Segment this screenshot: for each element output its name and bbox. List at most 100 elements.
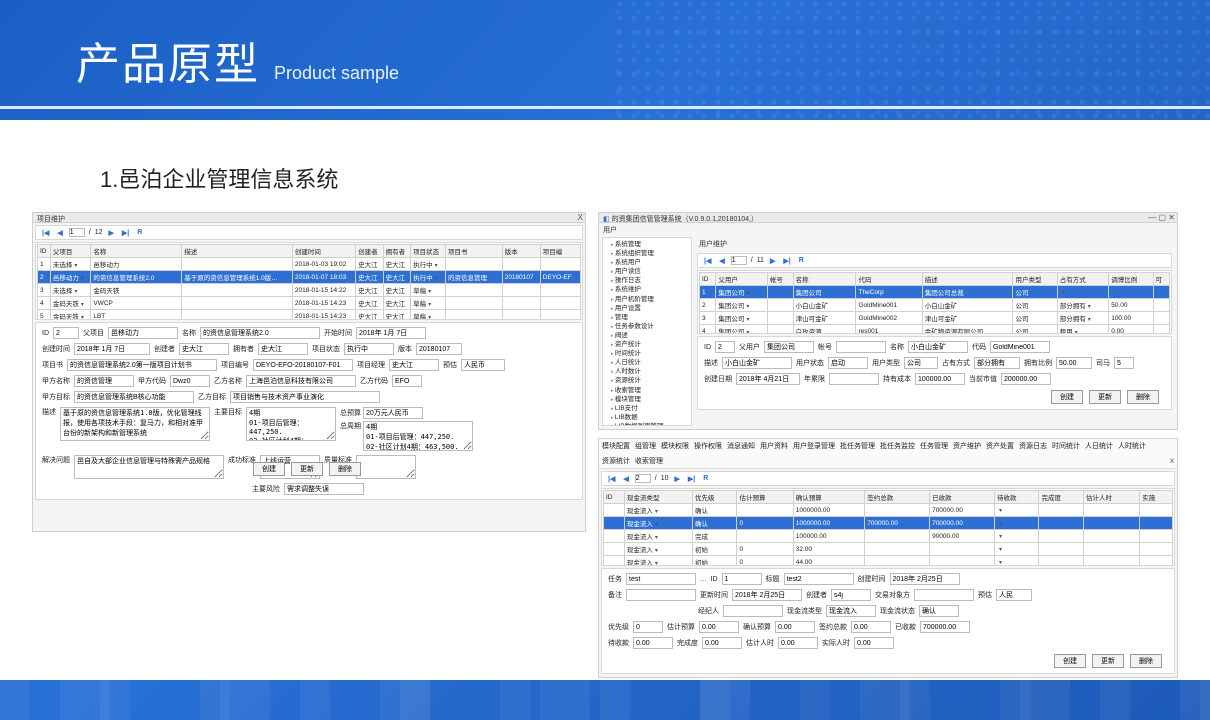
- startdate-field[interactable]: [356, 327, 426, 339]
- refresh-icon[interactable]: R: [135, 229, 144, 236]
- prev-icon[interactable]: ◀: [55, 229, 64, 237]
- menu-item[interactable]: 资源日志: [1019, 441, 1047, 451]
- next-icon[interactable]: ▶: [106, 229, 115, 237]
- utype-field[interactable]: [904, 357, 938, 369]
- last-icon[interactable]: ▶|: [120, 229, 131, 237]
- bname-field[interactable]: [246, 375, 356, 387]
- status-field[interactable]: [344, 343, 394, 355]
- id-field[interactable]: [53, 327, 79, 339]
- parent-select[interactable]: [108, 327, 178, 339]
- tree-item[interactable]: LIB数据: [611, 413, 689, 422]
- next-icon[interactable]: ▶: [768, 257, 777, 265]
- realhr-field[interactable]: [854, 637, 894, 649]
- menu-item[interactable]: 组管理: [635, 441, 656, 451]
- id-field[interactable]: [715, 341, 735, 353]
- create-button[interactable]: 创建: [1051, 390, 1083, 404]
- tree-item[interactable]: 用户设置: [611, 304, 689, 313]
- risk-field[interactable]: [284, 483, 364, 495]
- table-row[interactable]: 现金流入初始032.00: [604, 543, 1173, 556]
- table-row[interactable]: 现金流入完成100000.0090000.00: [604, 530, 1173, 543]
- tree-item[interactable]: 资源统计: [611, 376, 689, 385]
- desc-field[interactable]: [60, 407, 210, 441]
- title-field[interactable]: [784, 573, 854, 585]
- menu-item[interactable]: 时间统计: [1052, 441, 1080, 451]
- desc-field[interactable]: [722, 357, 792, 369]
- contract-field[interactable]: [851, 621, 891, 633]
- prev-icon[interactable]: ◀: [717, 257, 726, 265]
- creator-field[interactable]: [831, 589, 871, 601]
- agoal-field[interactable]: [74, 391, 194, 403]
- tree-item[interactable]: LIB支付: [611, 404, 689, 413]
- menu-item[interactable]: 任务管理: [920, 441, 948, 451]
- menu-item[interactable]: 用户资料: [760, 441, 788, 451]
- yeardate-field[interactable]: [829, 373, 879, 385]
- tree-item[interactable]: 人时数计: [611, 367, 689, 376]
- nav-tree[interactable]: 系统管理系统组织管理系统用户用户读信操作日志系统维护用户机阶管理用户设置管理任务…: [602, 237, 692, 426]
- page-input[interactable]: [69, 228, 85, 237]
- update-button[interactable]: 更新: [1092, 654, 1124, 668]
- createtime-field[interactable]: [74, 343, 150, 355]
- page-input[interactable]: [635, 474, 651, 483]
- close-icon[interactable]: X: [578, 213, 583, 222]
- menu-item[interactable]: 资产维护: [953, 441, 981, 451]
- tree-item[interactable]: 系统管理: [611, 240, 689, 249]
- menu-item[interactable]: 资源统计: [602, 456, 630, 466]
- delete-button[interactable]: 删除: [329, 462, 361, 476]
- tree-item[interactable]: 系统组织管理: [611, 249, 689, 258]
- tree-item[interactable]: 模块管理: [611, 395, 689, 404]
- id-field[interactable]: [722, 573, 762, 585]
- aname-field[interactable]: [74, 375, 134, 387]
- table-row[interactable]: 4集团公司白玫资源res001金矿物资源有限公司公司租用0.00: [700, 325, 1170, 335]
- tree-item[interactable]: 系统用户: [611, 258, 689, 267]
- table-row[interactable]: 4金码天铁VWCP2018-01-15 14:23史大江史大江草稿: [38, 297, 581, 310]
- tree-item[interactable]: 任务参数设计: [611, 322, 689, 331]
- menu-item[interactable]: 模块权限: [661, 441, 689, 451]
- create-button[interactable]: 创建: [1054, 654, 1086, 668]
- tree-item[interactable]: 时间统计: [611, 349, 689, 358]
- tree-item[interactable]: 人日统计: [611, 358, 689, 367]
- code-field[interactable]: [253, 359, 353, 371]
- table-row[interactable]: 2邑移动力的资信息管理系统2.0基于原的资信息管理系统1.0版…2018-01-…: [38, 271, 581, 284]
- acode-field[interactable]: [170, 375, 210, 387]
- table-row[interactable]: 现金流入初始044.00: [604, 556, 1173, 567]
- done-field[interactable]: [702, 637, 742, 649]
- tree-item[interactable]: 操作日志: [611, 276, 689, 285]
- p3-menubar[interactable]: 模块配置组管理模块权限操作权限消息通知用户资料用户登录管理批任务管理批任务监控任…: [599, 439, 1177, 469]
- menu-item[interactable]: 人日统计: [1085, 441, 1113, 451]
- window-controls[interactable]: — ▢ ✕: [1148, 213, 1175, 222]
- payto-field[interactable]: [914, 589, 974, 601]
- prev-icon[interactable]: ◀: [621, 475, 630, 483]
- version-field[interactable]: [416, 343, 462, 355]
- menu-item[interactable]: 操作权限: [694, 441, 722, 451]
- curval-field[interactable]: [1001, 373, 1051, 385]
- table-row[interactable]: 1未选择邑移动力2018-01-03 19:02史大江史大江执行中: [38, 258, 581, 271]
- next-icon[interactable]: ▶: [672, 475, 681, 483]
- first-icon[interactable]: |◀: [40, 229, 51, 237]
- task-field[interactable]: [626, 573, 696, 585]
- refresh-icon[interactable]: R: [701, 475, 710, 482]
- tree-item[interactable]: 系统维护: [611, 285, 689, 294]
- pending-field[interactable]: [633, 637, 673, 649]
- table-row[interactable]: 3集团公司津山可金矿GoldMine002津山可金矿公司部分拥有100.00: [700, 312, 1170, 325]
- cashtype-field[interactable]: [826, 605, 876, 617]
- menu-item[interactable]: 模块配置: [602, 441, 630, 451]
- confbudget-field[interactable]: [775, 621, 815, 633]
- remark-field[interactable]: [626, 589, 696, 601]
- creator-field[interactable]: [179, 343, 229, 355]
- maingoal-field[interactable]: [246, 407, 336, 441]
- code-field[interactable]: [990, 341, 1050, 353]
- tree-item[interactable]: 阀述: [611, 331, 689, 340]
- bcode-field[interactable]: [392, 375, 422, 387]
- table-row[interactable]: 现金流入确认01000000.00700000.00700000.00: [604, 517, 1173, 530]
- cdate-field[interactable]: [736, 373, 800, 385]
- tree-item[interactable]: 用户机阶管理: [611, 295, 689, 304]
- agent-field[interactable]: [723, 605, 783, 617]
- refresh-icon[interactable]: R: [797, 257, 806, 264]
- table-row[interactable]: 3未选择金码天铁2018-01-15 14:22史大江史大江草稿: [38, 284, 581, 297]
- tree-item[interactable]: 管理: [611, 313, 689, 322]
- name-field[interactable]: [908, 341, 968, 353]
- update-button[interactable]: 更新: [291, 462, 323, 476]
- last-icon[interactable]: ▶|: [686, 475, 697, 483]
- book-field[interactable]: [67, 359, 217, 371]
- first-icon[interactable]: |◀: [606, 475, 617, 483]
